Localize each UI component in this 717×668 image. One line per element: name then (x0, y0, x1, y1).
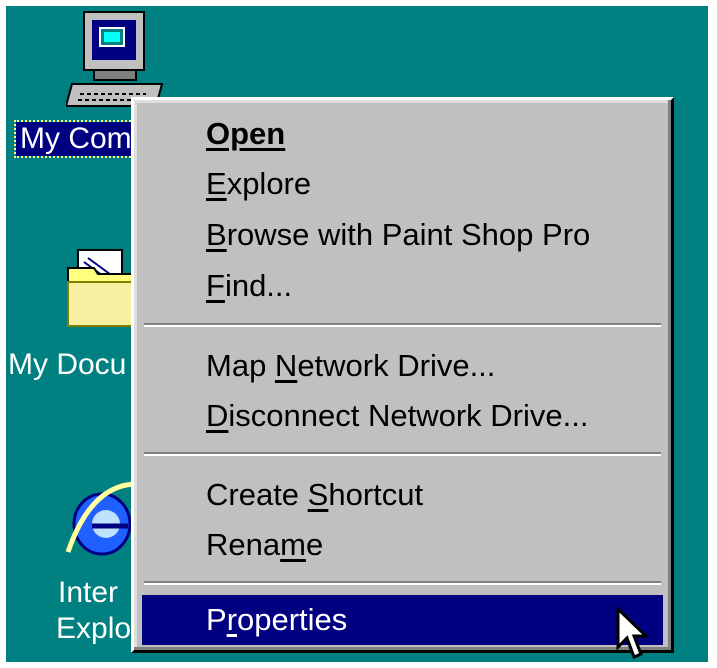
menu-separator (144, 452, 661, 456)
internet-explorer-icon[interactable] (62, 472, 142, 572)
menu-item-disconnect-network-drive[interactable]: Disconnect Network Drive... (142, 391, 663, 441)
menu-item-rename[interactable]: Rename (142, 520, 663, 570)
internet-explorer-label-line2[interactable]: Explo (56, 612, 131, 646)
menu-item-browse-paint-shop-pro[interactable]: Browse with Paint Shop Pro (142, 210, 663, 260)
menu-item-explore[interactable]: Explore (142, 159, 663, 209)
menu-item-create-shortcut[interactable]: Create Shortcut (142, 470, 663, 520)
internet-explorer-label-line1[interactable]: Inter (58, 576, 118, 610)
menu-item-open[interactable]: Open (142, 109, 663, 159)
menu-separator (144, 323, 661, 327)
menu-item-map-network-drive[interactable]: Map Network Drive... (142, 341, 663, 391)
menu-item-find[interactable]: Find... (142, 261, 663, 311)
mouse-pointer-icon (616, 607, 650, 660)
desktop: My Com My Docu Inter Explo Open Explore … (6, 6, 708, 662)
my-computer-label[interactable]: My Com (14, 120, 138, 158)
menu-item-properties[interactable]: Properties (142, 595, 663, 645)
context-menu: Open Explore Browse with Paint Shop Pro … (131, 97, 674, 653)
menu-separator (144, 581, 661, 585)
my-documents-label[interactable]: My Docu (8, 348, 126, 382)
